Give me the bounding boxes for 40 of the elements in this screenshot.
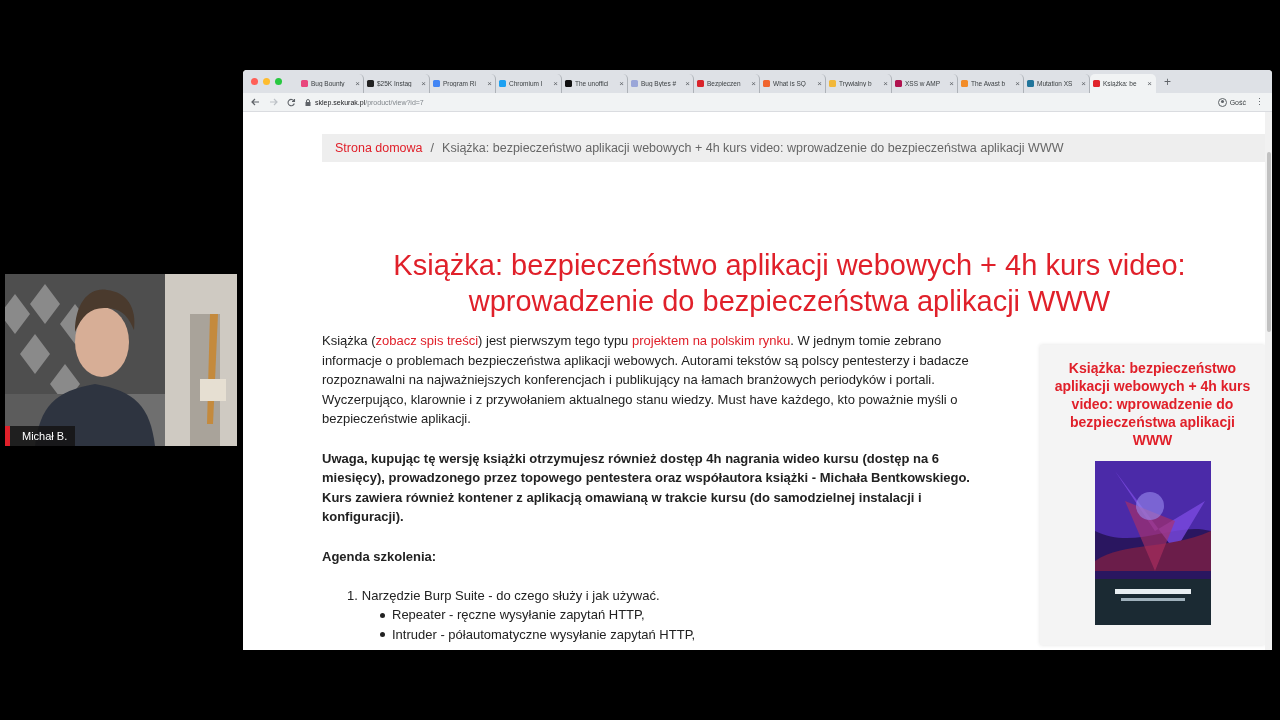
close-tab-button[interactable]: × bbox=[817, 79, 822, 88]
forward-icon[interactable] bbox=[269, 98, 278, 106]
scrollbar[interactable] bbox=[1265, 112, 1272, 650]
new-tab-button[interactable]: + bbox=[1164, 74, 1171, 89]
bullet-icon bbox=[380, 612, 385, 618]
close-tab-button[interactable]: × bbox=[619, 79, 624, 88]
notice-paragraph: Uwaga, kupując tę wersję książki otrzymujesz również dostęp 4h nagrania wideo kursu (dostęp na 6 miesięcy), prowadzonego przez topowego pentestera oraz współautora książki - Michała Bentkowskiego. Kurs zawiera również kontener z aplikacją omawianą w trakcie kursu (do samodzielnej instalacji i konfiguracji). bbox=[322, 449, 971, 527]
lock-icon bbox=[305, 98, 311, 106]
bullet-icon bbox=[380, 632, 385, 638]
close-tab-button[interactable]: × bbox=[1147, 79, 1152, 88]
menu-button[interactable]: ⋮ bbox=[1255, 97, 1264, 107]
close-tab-button[interactable]: × bbox=[487, 79, 492, 88]
product-title: Książka: bezpieczeństwo aplikacji webowych + 4h kurs video: wprowadzenie do bezpieczeństwa aplikacji WWW bbox=[1054, 359, 1251, 449]
breadcrumb-link[interactable]: Strona domowa bbox=[335, 141, 423, 155]
close-tab-button[interactable]: × bbox=[949, 79, 954, 88]
list-item: Intruder - półautomatyczne wysyłanie zapytań HTTP, bbox=[392, 625, 696, 644]
back-icon[interactable] bbox=[251, 98, 260, 106]
profile-icon bbox=[1217, 97, 1227, 107]
text-link[interactable]: zobacz spis treści bbox=[375, 333, 479, 348]
section-heading: Agenda szkolenia: bbox=[322, 547, 438, 566]
close-tab-button[interactable]: × bbox=[1015, 79, 1020, 88]
close-tab-button[interactable]: × bbox=[553, 79, 558, 88]
list-item: Narzędzie Burp Suite - do czego służy i jak używać. bbox=[361, 586, 660, 605]
paragraph: Książka (zobacz spis treści) jest pierwszym tego typu projektem na polskim rynku. W jednym tomie zebrano informacje o problemach bezpieczeństwa aplikacji webowych. Autorami tekstów są polscy pentesterzy i badacze rozpoznawalni na najważniejszych konferencjach i publikujący na łamach branżowych periodyków i portali. Wyczerpująco, klarownie i z przywołaniem aktualnego stanu wiedzy. Must have każdego, kto poważnie myśli o bezpieczeństwie aplikacji. bbox=[322, 332, 970, 429]
reload-icon[interactable] bbox=[287, 97, 296, 107]
close-tab-button[interactable]: × bbox=[751, 79, 756, 88]
close-tab-button[interactable]: × bbox=[685, 79, 690, 88]
breadcrumb-separator: / bbox=[430, 141, 435, 155]
page-title: Książka: bezpieczeństwo aplikacji webowych + 4h kurs video: wprowadzenie do bezpieczeństwa aplikacji WWW bbox=[392, 248, 1187, 319]
participant-name: Michał B. bbox=[5, 426, 76, 446]
window-zoom-button[interactable] bbox=[275, 78, 282, 85]
list-item: Repeater - ręczne wysyłanie zapytań HTTP, bbox=[392, 606, 645, 625]
close-tab-button[interactable]: × bbox=[421, 79, 426, 88]
close-tab-button[interactable]: × bbox=[1081, 79, 1086, 88]
breadcrumb-current: Książka: bezpieczeństwo aplikacji webowych + 4h kurs video: wprowadzenie do bezpieczeństwa aplikacji WWW bbox=[442, 141, 1064, 155]
list-number: 1. bbox=[347, 586, 358, 605]
window-close-button[interactable] bbox=[251, 78, 258, 85]
window-minimize-button[interactable] bbox=[263, 78, 270, 85]
close-tab-button[interactable]: × bbox=[883, 79, 888, 88]
close-tab-button[interactable]: × bbox=[355, 79, 360, 88]
